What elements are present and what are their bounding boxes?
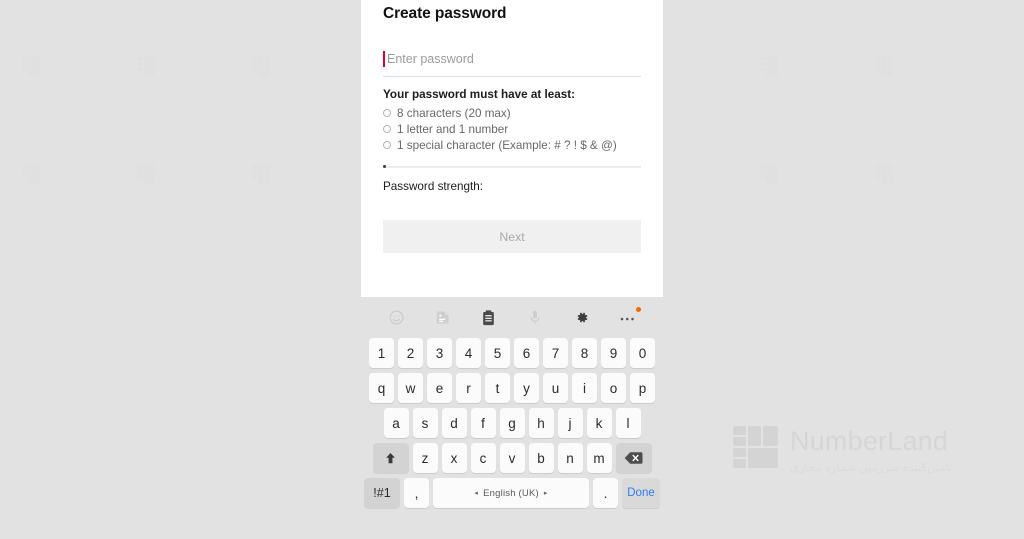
done-key[interactable]: Done — [622, 478, 660, 508]
key-p[interactable]: p — [630, 373, 655, 403]
watermark-tile — [252, 57, 286, 83]
key-e[interactable]: e — [427, 373, 452, 403]
watermark-tile — [137, 57, 171, 83]
key-9[interactable]: 9 — [601, 338, 626, 368]
requirement-item: 1 letter and 1 number — [383, 121, 641, 137]
key-n[interactable]: n — [557, 443, 583, 473]
watermark-tile — [760, 57, 794, 83]
key-j[interactable]: j — [557, 408, 583, 438]
numberland-watermark: NumberLand تامین‌کننده سرزمین شماره مجاز… — [733, 424, 963, 484]
key-m[interactable]: m — [586, 443, 612, 473]
notification-badge — [635, 306, 641, 312]
sticker-icon[interactable] — [429, 305, 455, 331]
key-u[interactable]: u — [543, 373, 568, 403]
requirement-label: 1 letter and 1 number — [397, 122, 509, 136]
watermark-tile — [760, 165, 794, 191]
key-k[interactable]: k — [586, 408, 612, 438]
watermark-tile — [875, 165, 909, 191]
key-q[interactable]: q — [369, 373, 394, 403]
keyboard-key-rows: 1234567890 qwertyuiop asdfghjkl zxcvbnm — [361, 338, 663, 508]
keyboard-row-bottom: zxcvbnm — [364, 443, 660, 473]
key-z[interactable]: z — [412, 443, 438, 473]
period-key[interactable]: . — [593, 478, 618, 508]
key-l[interactable]: l — [615, 408, 641, 438]
keyboard-toolbar — [361, 297, 663, 338]
space-key[interactable]: ◂ English (UK) ▸ — [433, 478, 589, 508]
symbols-key[interactable]: !#1 — [364, 478, 400, 508]
requirement-status-icon — [383, 125, 391, 133]
requirements-title: Your password must have at least: — [383, 88, 576, 101]
key-5[interactable]: 5 — [485, 338, 510, 368]
create-password-screen: Create password Enter password Your pass… — [361, 0, 663, 297]
password-strength-bar — [383, 164, 641, 170]
key-x[interactable]: x — [441, 443, 467, 473]
key-d[interactable]: d — [441, 408, 467, 438]
prev-language-arrow-icon[interactable]: ◂ — [474, 490, 478, 497]
backspace-key[interactable] — [615, 443, 652, 473]
numberland-logo-icon — [733, 426, 780, 472]
key-6[interactable]: 6 — [514, 338, 539, 368]
next-button[interactable]: Next — [383, 220, 641, 253]
watermark-tile — [252, 165, 286, 191]
key-i[interactable]: i — [572, 373, 597, 403]
requirement-label: 1 special character (Example: # ? ! $ & … — [397, 138, 617, 152]
key-r[interactable]: r — [456, 373, 481, 403]
phone-screen: Create password Enter password Your pass… — [361, 0, 663, 539]
gear-icon[interactable] — [568, 305, 594, 331]
key-w[interactable]: w — [398, 373, 423, 403]
password-placeholder: Enter password — [387, 52, 474, 66]
watermark-brand-name: NumberLand — [790, 426, 949, 456]
page-title: Create password — [383, 5, 507, 22]
key-o[interactable]: o — [601, 373, 626, 403]
comma-key[interactable]: , — [404, 478, 429, 508]
key-f[interactable]: f — [470, 408, 496, 438]
microphone-icon[interactable] — [522, 305, 548, 331]
requirement-item: 8 characters (20 max) — [383, 105, 641, 121]
keyboard-row-function: !#1 , ◂ English (UK) ▸ . Done — [364, 478, 660, 508]
requirement-status-icon — [383, 141, 391, 149]
requirement-item: 1 special character (Example: # ? ! $ & … — [383, 137, 641, 153]
key-b[interactable]: b — [528, 443, 554, 473]
key-t[interactable]: t — [485, 373, 510, 403]
text-caret — [383, 51, 385, 67]
key-3[interactable]: 3 — [427, 338, 452, 368]
key-1[interactable]: 1 — [369, 338, 394, 368]
key-h[interactable]: h — [528, 408, 554, 438]
requirement-status-icon — [383, 109, 391, 117]
shift-key[interactable] — [372, 443, 409, 473]
requirements-list: 8 characters (20 max) 1 letter and 1 numb… — [383, 105, 641, 153]
key-g[interactable]: g — [499, 408, 525, 438]
watermark-tile — [137, 165, 171, 191]
space-key-label: English (UK) — [483, 487, 539, 499]
clipboard-icon[interactable] — [476, 305, 502, 331]
watermark-subtitle: تامین‌کننده سرزمین شماره مجازی — [790, 462, 953, 474]
emoji-icon[interactable] — [383, 305, 409, 331]
key-y[interactable]: y — [514, 373, 539, 403]
keyboard-row-home: asdfghjkl — [364, 408, 660, 438]
more-options-icon[interactable] — [615, 305, 641, 331]
next-language-arrow-icon[interactable]: ▸ — [544, 490, 548, 497]
key-4[interactable]: 4 — [456, 338, 481, 368]
key-s[interactable]: s — [412, 408, 438, 438]
strength-track — [383, 166, 641, 168]
key-c[interactable]: c — [470, 443, 496, 473]
key-8[interactable]: 8 — [572, 338, 597, 368]
password-input[interactable]: Enter password — [383, 49, 641, 77]
key-v[interactable]: v — [499, 443, 525, 473]
key-0[interactable]: 0 — [630, 338, 655, 368]
watermark-tile — [22, 165, 56, 191]
keyboard-row-top: qwertyuiop — [364, 373, 660, 403]
keyboard-row-numbers: 1234567890 — [364, 338, 660, 368]
watermark-tile — [22, 57, 56, 83]
key-a[interactable]: a — [383, 408, 409, 438]
watermark-tile — [875, 57, 909, 83]
on-screen-keyboard: 1234567890 qwertyuiop asdfghjkl zxcvbnm — [361, 297, 663, 539]
requirement-label: 8 characters (20 max) — [397, 106, 511, 120]
password-strength-label: Password strength: — [383, 180, 484, 193]
key-2[interactable]: 2 — [398, 338, 423, 368]
key-7[interactable]: 7 — [543, 338, 568, 368]
